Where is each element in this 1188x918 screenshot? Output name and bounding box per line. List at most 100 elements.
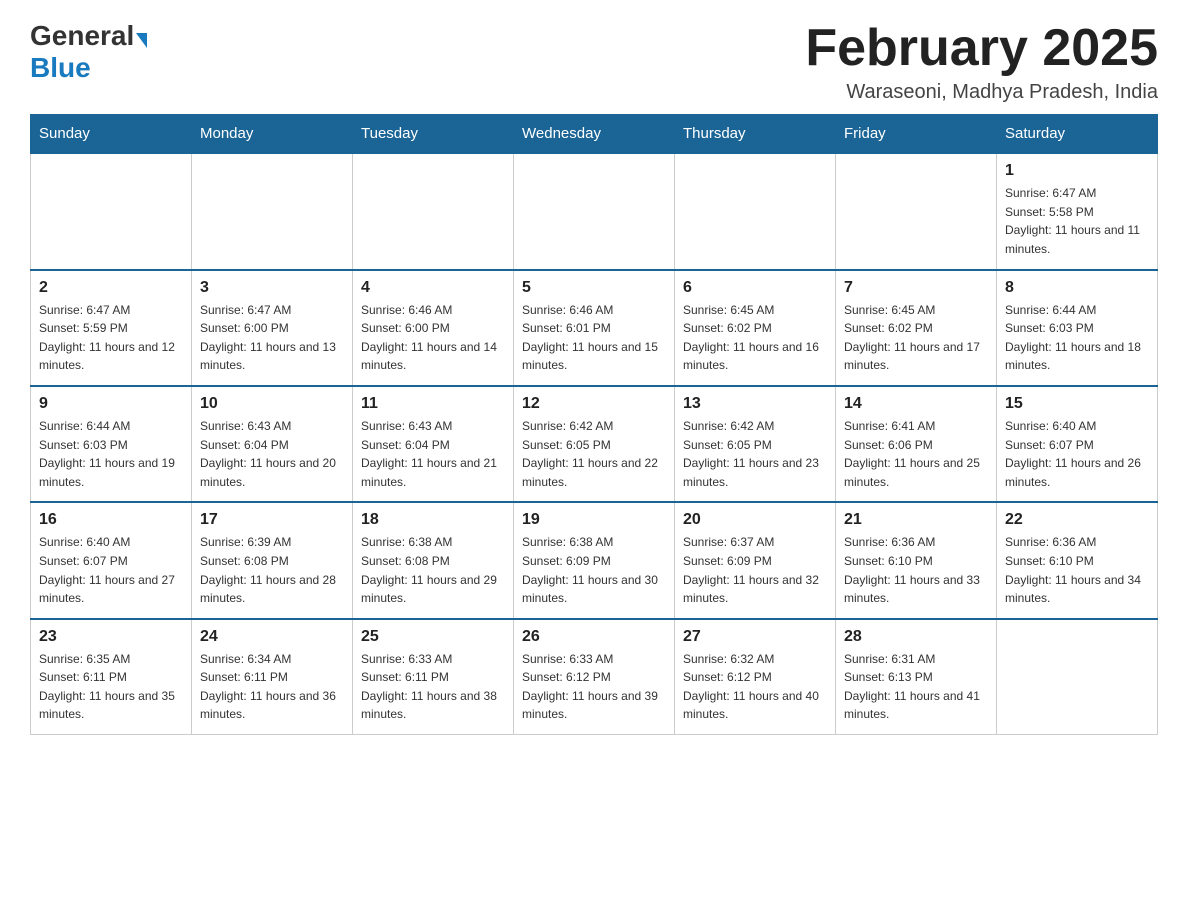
day-number: 7 [844, 279, 988, 297]
day-info: Sunrise: 6:33 AM Sunset: 6:12 PM Dayligh… [522, 650, 666, 724]
calendar-table: SundayMondayTuesdayWednesdayThursdayFrid… [30, 114, 1158, 735]
calendar-cell: 15Sunrise: 6:40 AM Sunset: 6:07 PM Dayli… [997, 386, 1158, 502]
day-number: 11 [361, 395, 505, 413]
calendar-cell: 2Sunrise: 6:47 AM Sunset: 5:59 PM Daylig… [31, 270, 192, 386]
calendar-header-row: SundayMondayTuesdayWednesdayThursdayFrid… [31, 115, 1158, 154]
calendar-week-row: 1Sunrise: 6:47 AM Sunset: 5:58 PM Daylig… [31, 153, 1158, 269]
day-info: Sunrise: 6:36 AM Sunset: 6:10 PM Dayligh… [1005, 533, 1149, 607]
calendar-cell: 28Sunrise: 6:31 AM Sunset: 6:13 PM Dayli… [836, 619, 997, 735]
calendar-cell: 23 Sunrise: 6:35 AM Sunset: 6:11 PM Dayli… [31, 619, 192, 735]
calendar-cell [997, 619, 1158, 735]
day-number: 14 [844, 395, 988, 413]
logo-general-text: General [30, 20, 134, 52]
logo: General Blue [30, 20, 147, 84]
calendar-cell [31, 153, 192, 269]
day-number: 22 [1005, 511, 1149, 529]
calendar-cell: 17 Sunrise: 6:39 AM Sunset: 6:08 PM Dayli… [192, 502, 353, 618]
calendar-cell: 12 Sunrise: 6:42 AM Sunset: 6:05 PM Dayli… [514, 386, 675, 502]
day-number: 9 [39, 395, 183, 413]
calendar-header-monday: Monday [192, 115, 353, 154]
calendar-week-row: 16 Sunrise: 6:40 AM Sunset: 6:07 PM Dayli… [31, 502, 1158, 618]
calendar-cell: 24 Sunrise: 6:34 AM Sunset: 6:11 PM Dayli… [192, 619, 353, 735]
day-info: Sunrise: 6:38 AM Sunset: 6:09 PM Dayligh… [522, 533, 666, 607]
calendar-cell: 22 Sunrise: 6:36 AM Sunset: 6:10 PM Dayli… [997, 502, 1158, 618]
location-text: Waraseoni, Madhya Pradesh, India [805, 81, 1158, 104]
calendar-header-thursday: Thursday [675, 115, 836, 154]
day-info: Sunrise: 6:47 AM Sunset: 6:00 PM Dayligh… [200, 301, 344, 375]
day-info: Sunrise: 6:46 AM Sunset: 6:01 PM Dayligh… [522, 301, 666, 375]
calendar-cell: 21 Sunrise: 6:36 AM Sunset: 6:10 PM Dayli… [836, 502, 997, 618]
day-info: Sunrise: 6:41 AM Sunset: 6:06 PM Dayligh… [844, 417, 988, 491]
calendar-cell: 7 Sunrise: 6:45 AM Sunset: 6:02 PM Daylig… [836, 270, 997, 386]
day-number: 17 [200, 511, 344, 529]
calendar-cell: 6 Sunrise: 6:45 AM Sunset: 6:02 PM Daylig… [675, 270, 836, 386]
calendar-week-row: 9 Sunrise: 6:44 AM Sunset: 6:03 PM Daylig… [31, 386, 1158, 502]
day-info: Sunrise: 6:44 AM Sunset: 6:03 PM Dayligh… [1005, 301, 1149, 375]
calendar-cell: 1Sunrise: 6:47 AM Sunset: 5:58 PM Daylig… [997, 153, 1158, 269]
page-header: General Blue February 2025 Waraseoni, Ma… [30, 20, 1158, 104]
calendar-header-friday: Friday [836, 115, 997, 154]
day-info: Sunrise: 6:38 AM Sunset: 6:08 PM Dayligh… [361, 533, 505, 607]
calendar-cell: 16 Sunrise: 6:40 AM Sunset: 6:07 PM Dayli… [31, 502, 192, 618]
calendar-cell: 10Sunrise: 6:43 AM Sunset: 6:04 PM Dayli… [192, 386, 353, 502]
calendar-cell: 26Sunrise: 6:33 AM Sunset: 6:12 PM Dayli… [514, 619, 675, 735]
calendar-cell [836, 153, 997, 269]
day-number: 3 [200, 279, 344, 297]
day-number: 20 [683, 511, 827, 529]
day-number: 12 [522, 395, 666, 413]
day-info: Sunrise: 6:42 AM Sunset: 6:05 PM Dayligh… [522, 417, 666, 491]
calendar-header-tuesday: Tuesday [353, 115, 514, 154]
calendar-cell: 25Sunrise: 6:33 AM Sunset: 6:11 PM Dayli… [353, 619, 514, 735]
day-number: 18 [361, 511, 505, 529]
calendar-cell: 9 Sunrise: 6:44 AM Sunset: 6:03 PM Daylig… [31, 386, 192, 502]
day-number: 19 [522, 511, 666, 529]
day-number: 24 [200, 628, 344, 646]
calendar-header-wednesday: Wednesday [514, 115, 675, 154]
logo-triangle-icon [136, 33, 147, 48]
day-info: Sunrise: 6:46 AM Sunset: 6:00 PM Dayligh… [361, 301, 505, 375]
calendar-cell [192, 153, 353, 269]
logo-blue-text: Blue [30, 52, 91, 84]
calendar-cell: 18 Sunrise: 6:38 AM Sunset: 6:08 PM Dayli… [353, 502, 514, 618]
day-info: Sunrise: 6:39 AM Sunset: 6:08 PM Dayligh… [200, 533, 344, 607]
day-number: 23 [39, 628, 183, 646]
day-info: Sunrise: 6:42 AM Sunset: 6:05 PM Dayligh… [683, 417, 827, 491]
day-info: Sunrise: 6:35 AM Sunset: 6:11 PM Dayligh… [39, 650, 183, 724]
day-info: Sunrise: 6:32 AM Sunset: 6:12 PM Dayligh… [683, 650, 827, 724]
calendar-cell: 8 Sunrise: 6:44 AM Sunset: 6:03 PM Daylig… [997, 270, 1158, 386]
day-info: Sunrise: 6:43 AM Sunset: 6:04 PM Dayligh… [200, 417, 344, 491]
day-number: 5 [522, 279, 666, 297]
day-number: 27 [683, 628, 827, 646]
day-info: Sunrise: 6:45 AM Sunset: 6:02 PM Dayligh… [683, 301, 827, 375]
calendar-cell [353, 153, 514, 269]
day-info: Sunrise: 6:40 AM Sunset: 6:07 PM Dayligh… [39, 533, 183, 607]
calendar-cell: 13Sunrise: 6:42 AM Sunset: 6:05 PM Dayli… [675, 386, 836, 502]
day-info: Sunrise: 6:31 AM Sunset: 6:13 PM Dayligh… [844, 650, 988, 724]
day-number: 8 [1005, 279, 1149, 297]
day-info: Sunrise: 6:44 AM Sunset: 6:03 PM Dayligh… [39, 417, 183, 491]
calendar-cell [514, 153, 675, 269]
day-number: 21 [844, 511, 988, 529]
day-number: 25 [361, 628, 505, 646]
calendar-cell [675, 153, 836, 269]
calendar-cell: 27 Sunrise: 6:32 AM Sunset: 6:12 PM Dayli… [675, 619, 836, 735]
calendar-cell: 11Sunrise: 6:43 AM Sunset: 6:04 PM Dayli… [353, 386, 514, 502]
calendar-week-row: 2Sunrise: 6:47 AM Sunset: 5:59 PM Daylig… [31, 270, 1158, 386]
calendar-cell: 20Sunrise: 6:37 AM Sunset: 6:09 PM Dayli… [675, 502, 836, 618]
calendar-cell: 3 Sunrise: 6:47 AM Sunset: 6:00 PM Daylig… [192, 270, 353, 386]
day-number: 16 [39, 511, 183, 529]
day-number: 2 [39, 279, 183, 297]
day-info: Sunrise: 6:45 AM Sunset: 6:02 PM Dayligh… [844, 301, 988, 375]
calendar-week-row: 23 Sunrise: 6:35 AM Sunset: 6:11 PM Dayli… [31, 619, 1158, 735]
title-section: February 2025 Waraseoni, Madhya Pradesh,… [805, 20, 1158, 104]
day-info: Sunrise: 6:36 AM Sunset: 6:10 PM Dayligh… [844, 533, 988, 607]
calendar-header-saturday: Saturday [997, 115, 1158, 154]
calendar-cell: 4Sunrise: 6:46 AM Sunset: 6:00 PM Daylig… [353, 270, 514, 386]
calendar-cell: 5 Sunrise: 6:46 AM Sunset: 6:01 PM Daylig… [514, 270, 675, 386]
calendar-header-sunday: Sunday [31, 115, 192, 154]
day-number: 6 [683, 279, 827, 297]
month-title: February 2025 [805, 20, 1158, 77]
day-number: 1 [1005, 162, 1149, 180]
day-info: Sunrise: 6:34 AM Sunset: 6:11 PM Dayligh… [200, 650, 344, 724]
calendar-cell: 19 Sunrise: 6:38 AM Sunset: 6:09 PM Dayli… [514, 502, 675, 618]
